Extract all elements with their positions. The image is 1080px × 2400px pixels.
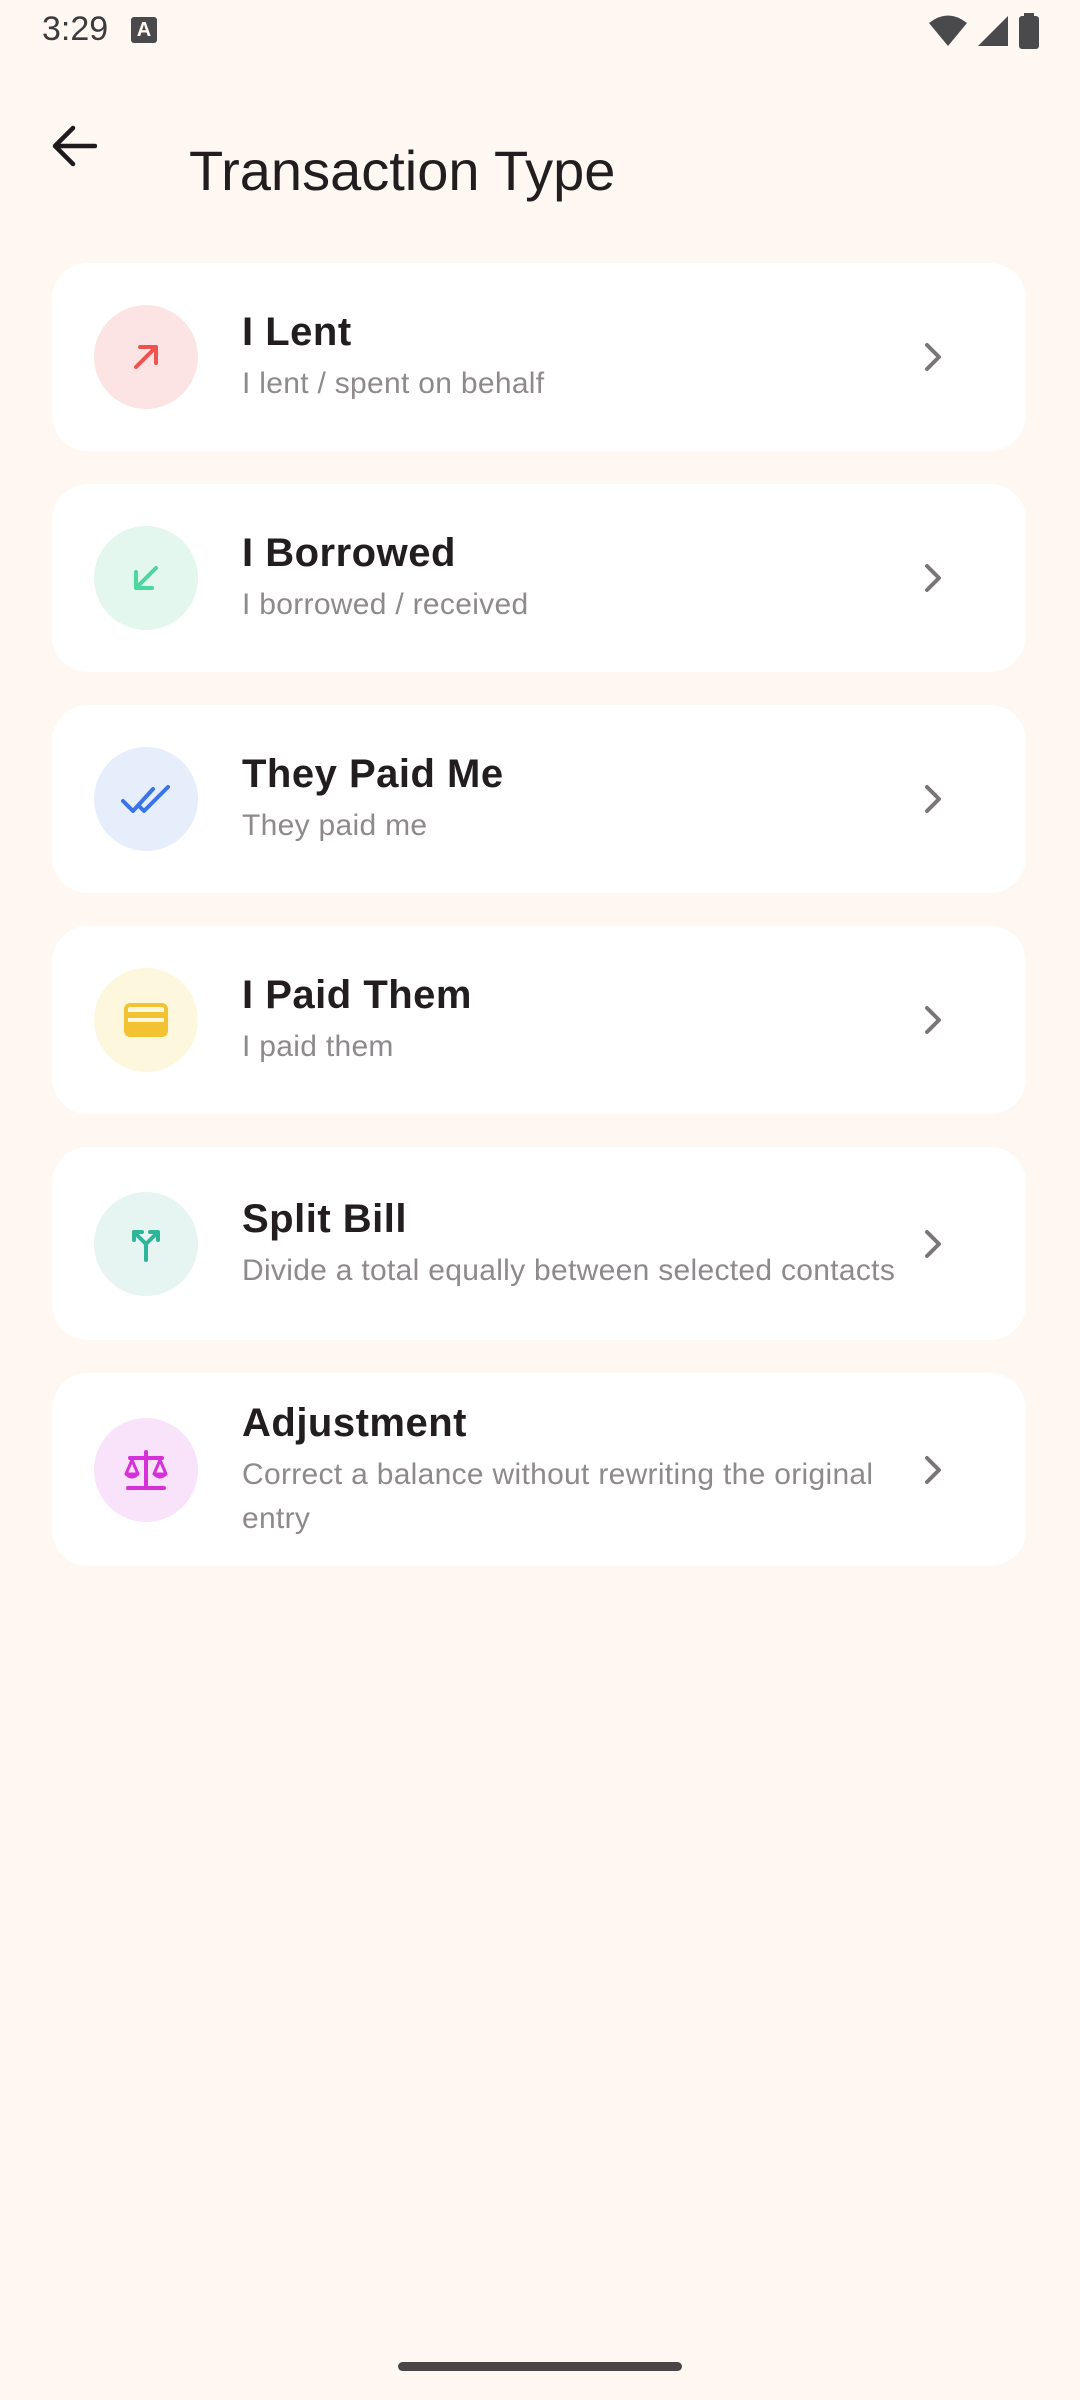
transaction-type-i-paid-them[interactable]: I Paid Them I paid them [52,926,1026,1114]
card-title: I Lent [242,310,352,354]
card-subtitle: Correct a balance without rewriting the … [242,1457,874,1535]
card-title: They Paid Me [242,752,504,796]
transaction-type-they-paid-me[interactable]: They Paid Me They paid me [52,705,1026,893]
scale-balance-icon [124,1449,168,1490]
transaction-type-split-bill[interactable]: Split Bill Divide a total equally betwee… [52,1147,1026,1340]
card-title: I Paid Them [242,973,472,1017]
card-subtitle: They paid me [242,809,428,842]
wifi-icon [929,15,967,46]
chevron-right-icon [918,1000,948,1040]
notification-badge-icon: A [131,17,157,43]
card-title: Adjustment [242,1400,467,1445]
status-bar: 3:29 A [0,0,1080,62]
chevron-right-icon [918,779,948,819]
card-title: Split Bill [242,1196,407,1241]
arrow-down-left-icon [134,566,158,590]
icon-badge [94,1191,198,1296]
status-time: 3:29 [42,10,109,48]
double-check-icon [121,785,170,813]
card-subtitle: I lent / spent on behalf [242,367,545,400]
page-title: Transaction Type [189,138,616,202]
home-indicator[interactable] [398,2362,682,2371]
arrow-up-right-icon [134,345,158,369]
transaction-type-i-borrowed[interactable]: I Borrowed I borrowed / received [52,484,1026,672]
chevron-right-icon [918,1224,948,1264]
chevron-right-icon [918,558,948,598]
split-arrow-icon [132,1229,160,1262]
icon-badge [94,1417,198,1522]
transaction-type-adjustment[interactable]: Adjustment Correct a balance without rew… [52,1373,1026,1566]
signal-icon [978,16,1008,46]
card-subtitle: I borrowed / received [242,588,529,621]
card-subtitle: Divide a total equally between selected … [242,1253,896,1287]
status-icons [928,13,1040,49]
icon-badge [94,526,198,630]
transaction-type-i-lent[interactable]: I Lent I lent / spent on behalf [52,263,1026,451]
chevron-right-icon [918,337,948,377]
arrow-back-icon [52,125,97,167]
back-button[interactable] [32,104,116,188]
battery-icon [1019,13,1039,49]
card-subtitle: I paid them [242,1030,394,1063]
card-title: I Borrowed [242,531,456,575]
icon-badge [94,305,198,409]
credit-card-icon [124,1003,168,1037]
transaction-type-list: I Lent I lent / spent on behalf I Borrow… [52,263,1026,1599]
icon-badge [94,747,198,851]
chevron-right-icon [918,1450,948,1490]
icon-badge [94,968,198,1072]
top-app-bar: Transaction Type [0,90,1080,202]
